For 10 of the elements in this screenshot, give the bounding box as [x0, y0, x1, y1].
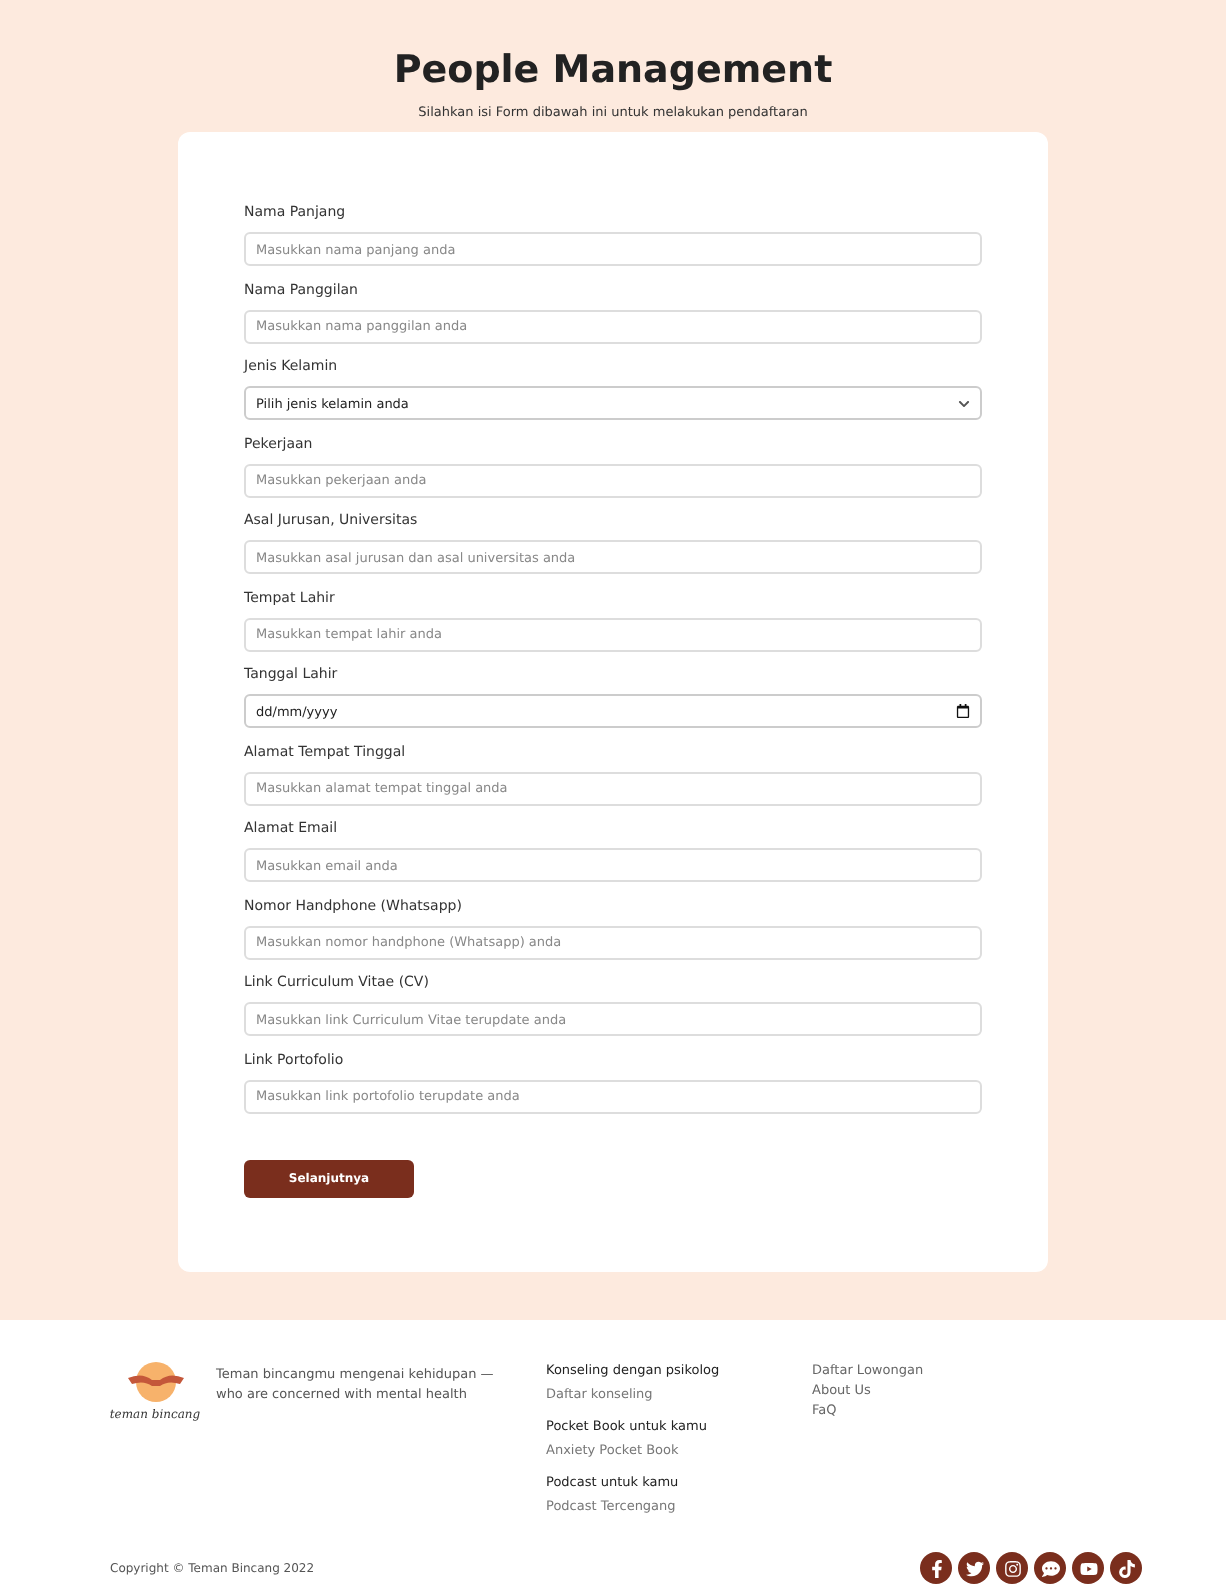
page-title: People Management	[393, 48, 833, 92]
chat-icon[interactable]	[1034, 1552, 1066, 1584]
calendar-icon	[956, 704, 970, 718]
instagram-icon[interactable]	[996, 1552, 1028, 1584]
twitter-icon[interactable]	[958, 1552, 990, 1584]
logo-icon	[125, 1360, 185, 1404]
chevron-down-icon	[958, 397, 970, 409]
facebook-icon[interactable]	[920, 1552, 952, 1584]
youtube-icon[interactable]	[1072, 1552, 1104, 1584]
tiktok-icon[interactable]	[1110, 1552, 1142, 1584]
